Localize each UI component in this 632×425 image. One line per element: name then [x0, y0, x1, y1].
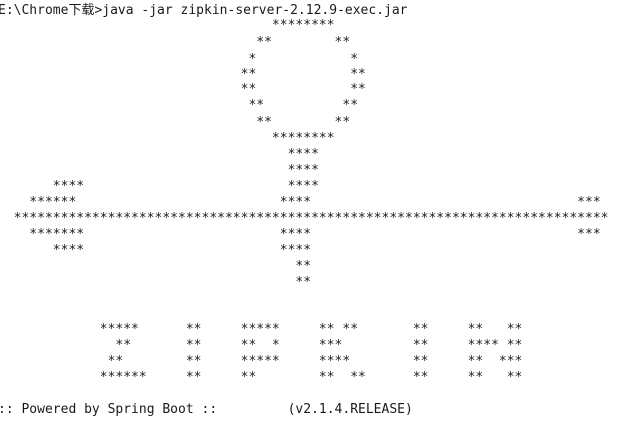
banner-line: ** ** [0, 98, 359, 113]
console-window: E:\Chrome下载>java -jar zipkin-server-2.12… [0, 0, 632, 425]
banner-line: ** [0, 275, 312, 290]
spring-boot-version-line: :: Powered by Spring Boot :: (v2.1.4.REL… [0, 402, 413, 417]
banner-line: ****** ** ** ** ** ** ** ** [0, 370, 523, 385]
banner-line: ** ** [0, 35, 351, 50]
banner-line: ******** [0, 18, 335, 33]
